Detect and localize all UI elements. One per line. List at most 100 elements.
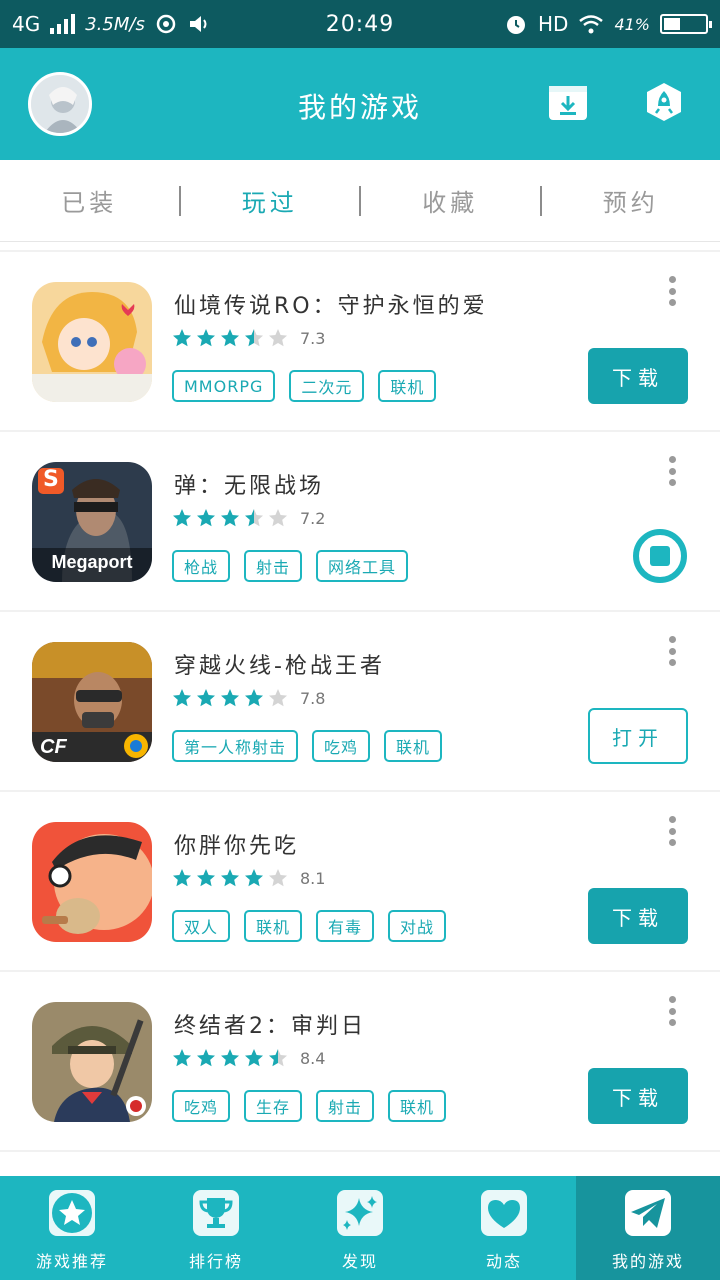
wifi-icon — [579, 15, 604, 34]
star-empty-icon — [269, 329, 287, 347]
nav-feed[interactable]: 动态 — [432, 1176, 576, 1280]
tag[interactable]: 枪战 — [172, 550, 231, 582]
game-name[interactable]: 弹：无限战场 — [174, 468, 324, 500]
more-options-icon[interactable] — [664, 996, 680, 1026]
hd-indicator: HD — [537, 12, 569, 36]
tag[interactable]: 联机 — [244, 910, 303, 942]
tag-list: 双人 联机 有毒 对战 — [172, 910, 447, 942]
list-item[interactable]: S Megaport 弹：无限战场 7.2 枪战 射击 网络工具 — [0, 432, 720, 610]
network-type: 4G — [12, 12, 41, 36]
star-full-icon — [173, 1049, 191, 1067]
tag-list: 第一人称射击 吃鸡 联机 — [172, 730, 443, 762]
tag[interactable]: 联机 — [378, 370, 437, 402]
nav-recommend[interactable]: 游戏推荐 — [0, 1176, 144, 1280]
star-rating: 8.4 — [172, 1048, 325, 1068]
tag-list: MMORPG 二次元 联机 — [172, 370, 437, 402]
rating-value: 7.2 — [300, 508, 326, 528]
star-rating: 7.8 — [172, 688, 325, 708]
game-name[interactable]: 穿越火线-枪战王者 — [174, 648, 385, 680]
game-icon[interactable] — [32, 1002, 152, 1122]
star-full-icon — [197, 1049, 215, 1067]
game-icon[interactable] — [32, 822, 152, 942]
list-item[interactable]: 终结者2：审判日 8.4 吃鸡 生存 射击 联机 下载 — [0, 972, 720, 1150]
download-button[interactable]: 下载 — [588, 1068, 688, 1124]
sparkle-icon — [337, 1190, 383, 1236]
more-options-icon[interactable] — [664, 816, 680, 846]
star-full-icon — [173, 509, 191, 527]
nav-label: 排行榜 — [188, 1252, 243, 1271]
game-icon[interactable]: CF — [32, 642, 152, 762]
nav-label: 我的游戏 — [611, 1252, 684, 1271]
rating-value: 8.1 — [300, 868, 326, 888]
more-options-icon[interactable] — [664, 456, 680, 486]
star-half-icon — [245, 329, 263, 347]
tag[interactable]: 联机 — [388, 1090, 447, 1122]
icon-caption: Megaport — [51, 552, 133, 572]
tag[interactable]: 网络工具 — [316, 550, 409, 582]
tag[interactable]: 射击 — [316, 1090, 375, 1122]
star-full-icon — [221, 1049, 239, 1067]
tab-favorites[interactable]: 收藏 — [361, 183, 540, 218]
alarm-icon — [506, 16, 525, 34]
star-empty-icon — [269, 689, 287, 707]
bottom-nav: 游戏推荐 排行榜 发现 动态 我的游戏 — [0, 1176, 720, 1280]
more-options-icon[interactable] — [664, 636, 680, 666]
volume-icon — [189, 16, 207, 32]
star-rating: 7.2 — [172, 508, 325, 528]
list-item[interactable]: CF 穿越火线-枪战王者 7.8 第一人称射击 吃鸡 联机 打开 — [0, 612, 720, 790]
nav-label: 动态 — [485, 1252, 522, 1271]
tab-installed[interactable]: 已装 — [0, 183, 179, 218]
tab-bar: 已装 玩过 收藏 预约 — [0, 160, 720, 242]
tag[interactable]: 吃鸡 — [312, 730, 371, 762]
tag[interactable]: 射击 — [244, 550, 303, 582]
tag[interactable]: MMORPG — [172, 370, 276, 402]
star-full-icon — [197, 509, 215, 527]
nav-ranking[interactable]: 排行榜 — [144, 1176, 288, 1280]
paper-plane-icon — [625, 1190, 671, 1236]
nav-my-games[interactable]: 我的游戏 — [576, 1176, 720, 1280]
download-button[interactable]: 下载 — [588, 888, 688, 944]
tag[interactable]: 联机 — [384, 730, 443, 762]
list-item[interactable]: 你胖你先吃 8.1 双人 联机 有毒 对战 下载 — [0, 792, 720, 970]
star-full-icon — [245, 869, 263, 887]
game-icon[interactable]: S Megaport — [32, 462, 152, 582]
game-name[interactable]: 终结者2：审判日 — [174, 1008, 366, 1040]
battery-level-fill — [664, 18, 680, 30]
star-full-icon — [221, 689, 239, 707]
tag[interactable]: 吃鸡 — [172, 1090, 231, 1122]
download-button[interactable]: 下载 — [588, 348, 688, 404]
tag[interactable]: 生存 — [244, 1090, 303, 1122]
nav-discover[interactable]: 发现 — [288, 1176, 432, 1280]
app-header: 我的游戏 — [0, 48, 720, 160]
tag[interactable]: 双人 — [172, 910, 231, 942]
star-rating: 8.1 — [172, 868, 325, 888]
rocket-icon[interactable] — [644, 82, 684, 122]
star-icon — [49, 1190, 95, 1236]
tag[interactable]: 第一人称射击 — [172, 730, 299, 762]
star-empty-icon — [269, 509, 287, 527]
list-item[interactable] — [0, 1152, 720, 1176]
open-button[interactable]: 打开 — [588, 708, 688, 764]
heart-icon — [481, 1190, 527, 1236]
more-options-icon[interactable] — [664, 276, 680, 306]
tag[interactable]: 对战 — [388, 910, 447, 942]
list-item[interactable]: 仙境传说RO：守护永恒的爱 7.3 MMORPG 二次元 联机 下载 — [0, 252, 720, 430]
sync-icon — [156, 14, 176, 34]
game-name[interactable]: 你胖你先吃 — [174, 828, 299, 860]
star-full-icon — [197, 689, 215, 707]
icon-badge: S — [43, 467, 59, 492]
download-stop-button[interactable] — [632, 528, 688, 584]
game-icon[interactable] — [32, 282, 152, 402]
signal-icon — [50, 14, 76, 34]
rating-value: 7.8 — [300, 688, 326, 708]
tab-reserved[interactable]: 预约 — [542, 183, 720, 218]
game-name[interactable]: 仙境传说RO：守护永恒的爱 — [174, 288, 488, 320]
tag[interactable]: 有毒 — [316, 910, 375, 942]
rating-value: 8.4 — [300, 1048, 326, 1068]
game-list[interactable]: 仙境传说RO：守护永恒的爱 7.3 MMORPG 二次元 联机 下载 S Meg… — [0, 250, 720, 1176]
tab-played[interactable]: 玩过 — [181, 183, 360, 218]
star-full-icon — [221, 329, 239, 347]
download-box-icon[interactable] — [548, 82, 588, 122]
tag[interactable]: 二次元 — [289, 370, 365, 402]
rating-value: 7.3 — [300, 328, 326, 348]
